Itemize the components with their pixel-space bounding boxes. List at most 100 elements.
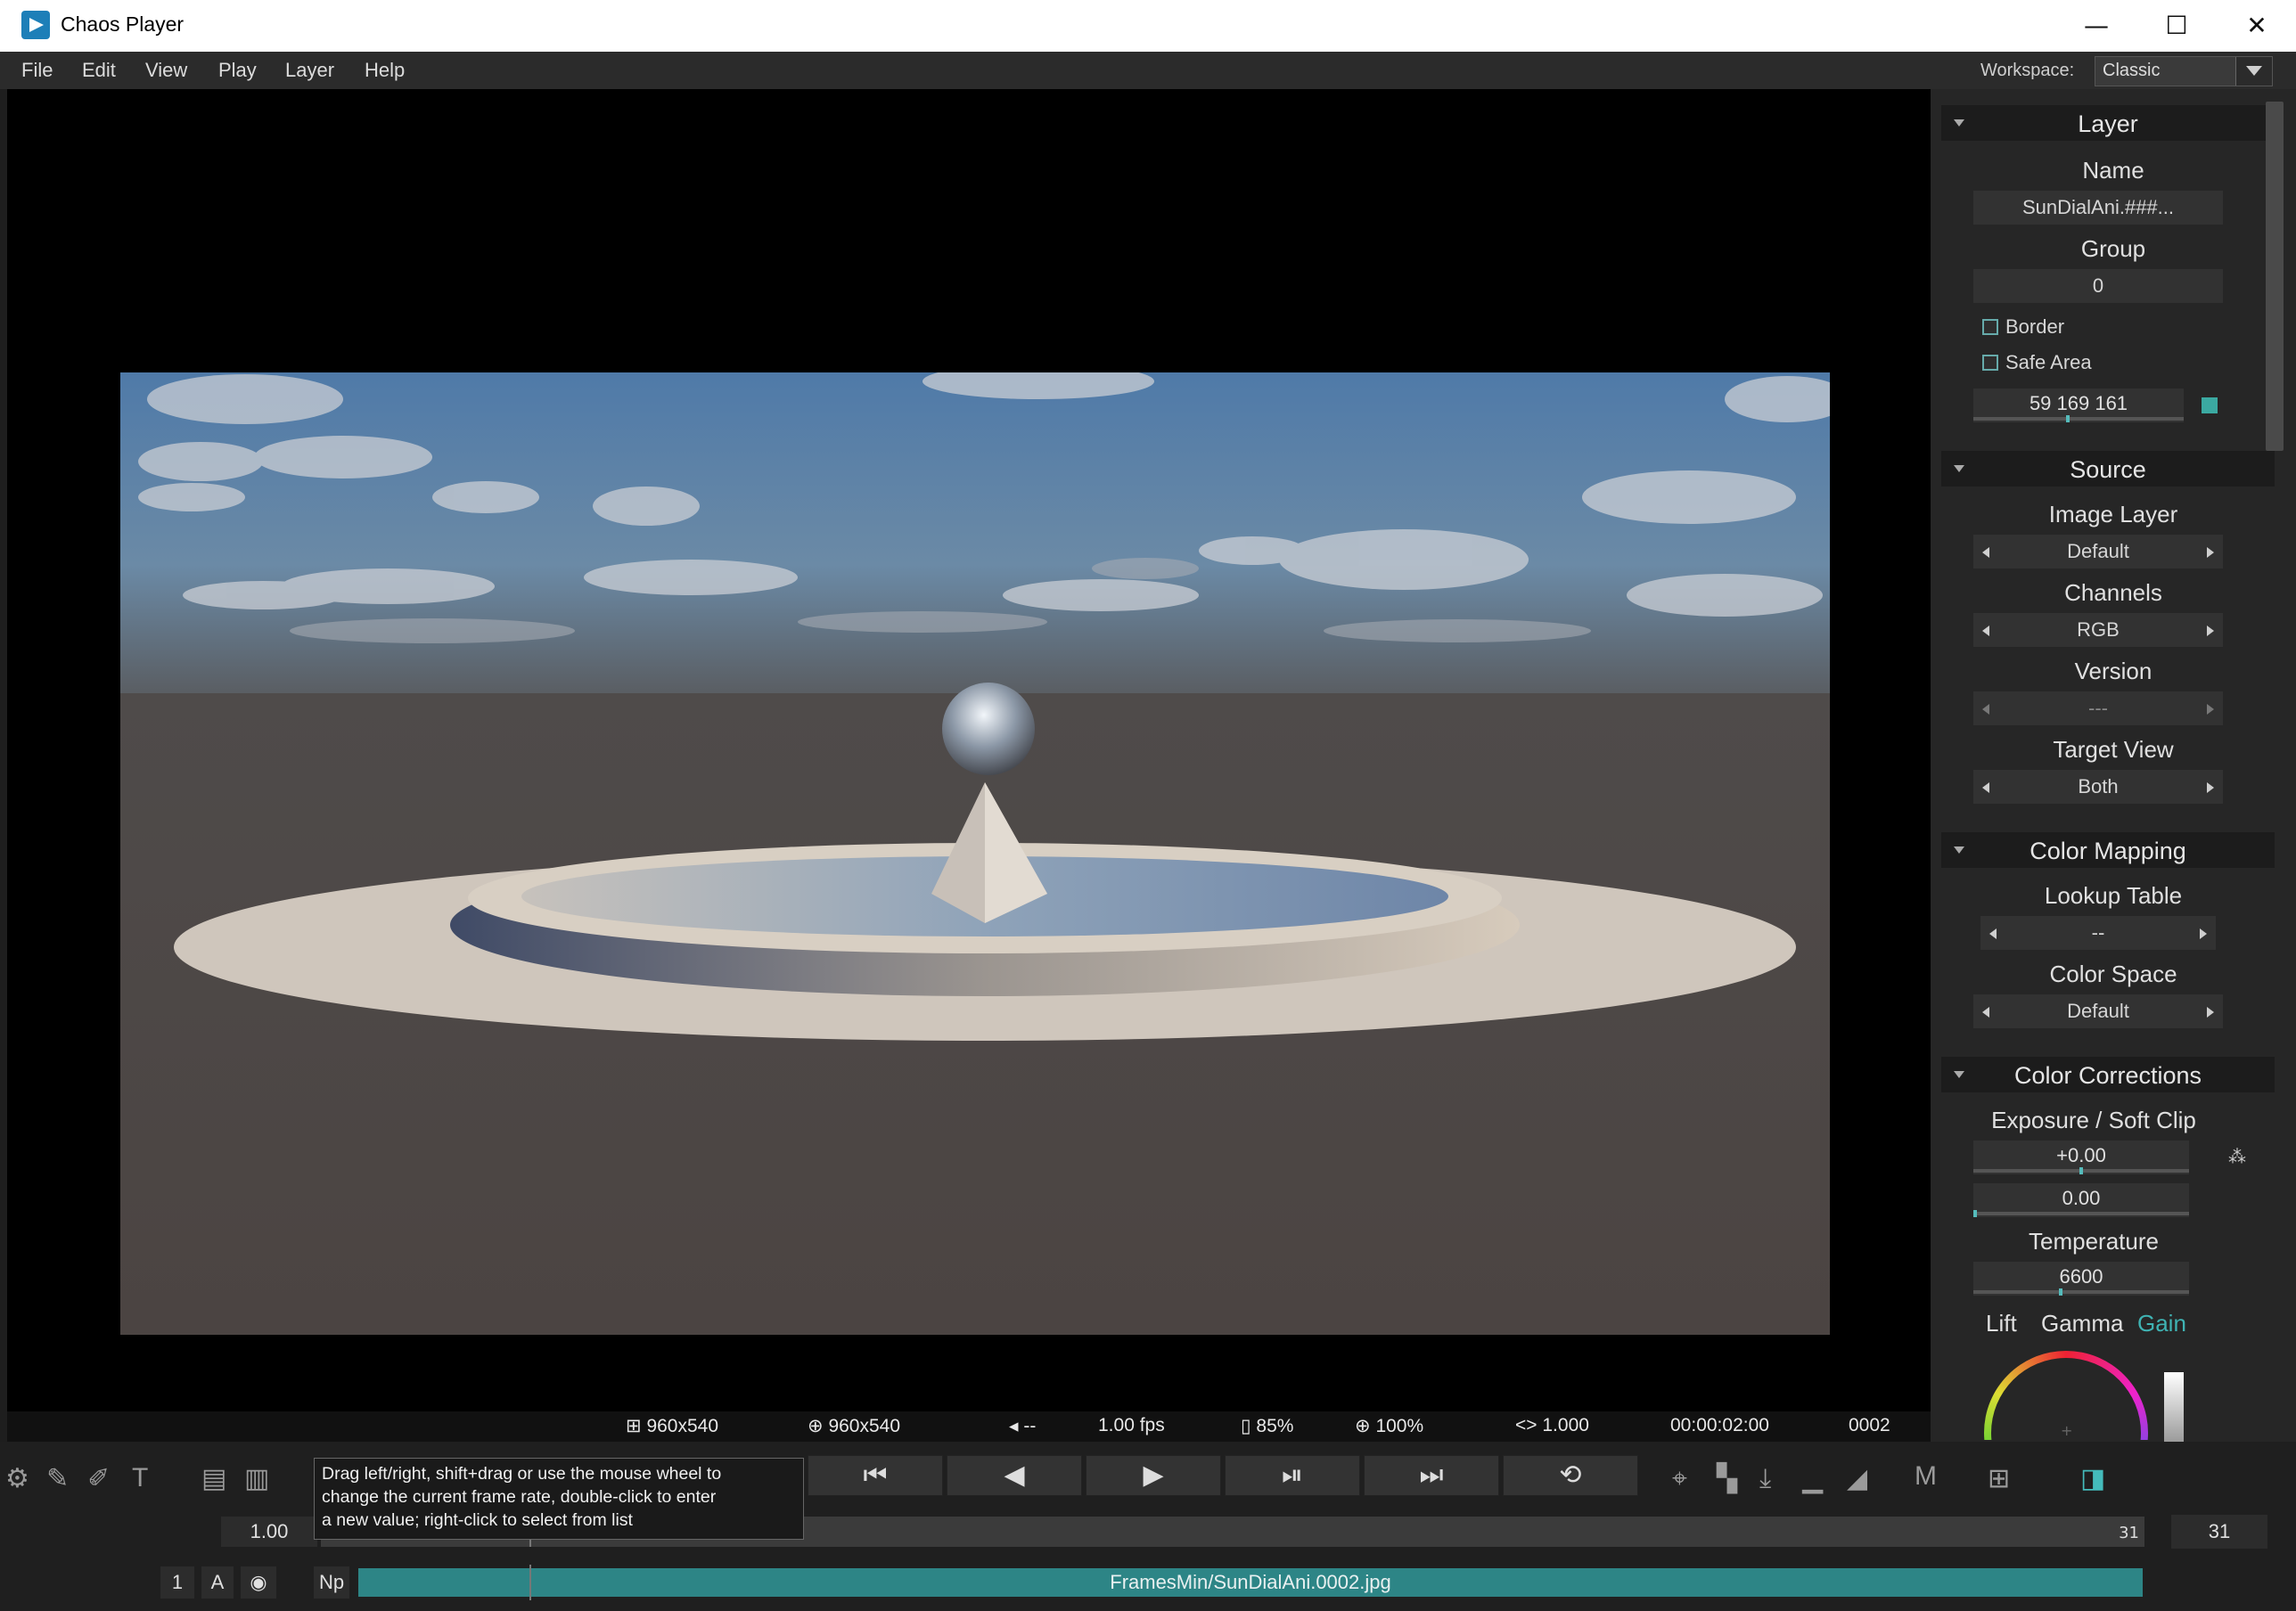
temperature-slider[interactable]: 6600 [1973,1262,2189,1296]
right-arrow-icon[interactable] [2207,704,2214,715]
image-viewer[interactable] [7,89,1931,1411]
right-arrow-icon[interactable] [2207,547,2214,558]
title-bar: Chaos Player — ☐ ✕ [0,0,2296,52]
m-icon[interactable]: M [1915,1461,1937,1492]
play-button[interactable]: ▶ [1086,1455,1221,1496]
section-color-corrections[interactable]: Color Corrections [1941,1057,2275,1092]
menu-play[interactable]: Play [218,59,257,82]
right-arrow-icon[interactable] [2207,782,2214,793]
exposure-slider[interactable]: +0.00 [1973,1141,2189,1174]
pencil-icon[interactable]: ✎ [46,1463,69,1494]
layer-a-toggle[interactable]: A [201,1566,234,1599]
left-arrow-icon[interactable] [1982,782,1989,793]
menu-help[interactable]: Help [365,59,405,82]
eraser-icon[interactable]: ✐ [87,1463,110,1494]
loop-icon: ⟲ [1559,1460,1582,1491]
fps-field[interactable]: 1.00 [221,1517,317,1547]
right-arrow-icon[interactable] [2200,928,2207,939]
crosshair-icon[interactable]: ⌖ [1672,1463,1687,1494]
layer-name-field[interactable]: SunDialAni.###... [1973,191,2223,225]
right-arrow-icon[interactable] [2207,1007,2214,1018]
import-icon[interactable]: ⤓ [1759,1463,1771,1494]
film-icon[interactable]: ▤ [201,1463,226,1494]
pixel-aspect[interactable]: <> 1.000 [1515,1415,1589,1436]
channels-value: RGB [2077,618,2120,641]
workspace-value: Classic [2103,61,2161,80]
chevron-down-icon[interactable] [2235,57,2272,86]
left-arrow-icon[interactable] [1982,1007,1989,1018]
compare-icon[interactable]: ▥ [244,1463,269,1494]
clip-playhead [529,1565,531,1600]
ramp-icon[interactable]: ◢ [1847,1463,1867,1494]
tab-gamma[interactable]: Gamma [2041,1310,2123,1337]
soft-clip-slider[interactable]: 0.00 [1973,1183,2189,1217]
step-back-button[interactable]: ◀ [947,1455,1082,1496]
prev-frame-icon: ⏮ [863,1460,888,1491]
end-frame-field[interactable]: 31 [2171,1515,2267,1549]
tab-lift[interactable]: Lift [1986,1310,2017,1337]
checker-icon[interactable]: ▚ [1717,1463,1737,1494]
exposure-value: +0.00 [2056,1144,2106,1166]
layer-clip[interactable]: FramesMin/SunDialAni.0002.jpg [358,1568,2143,1597]
target-view-value: Both [2078,775,2119,797]
gain-color-wheel[interactable]: + [1984,1351,2148,1440]
target-view-spinner[interactable]: Both [1973,770,2223,804]
border-checkbox[interactable] [1982,319,1998,335]
section-source[interactable]: Source [1941,451,2275,487]
lookup-table-label: Lookup Table [2044,882,2183,909]
channels-label: Channels [2064,579,2162,606]
close-button[interactable]: ✕ [2218,0,2296,52]
section-color-corrections-title: Color Corrections [2013,1062,2202,1089]
version-label: Version [2074,658,2152,684]
layout-icon[interactable]: ⊞ [1988,1463,2010,1494]
safe-area-checkbox[interactable] [1982,355,1998,371]
menu-file[interactable]: File [21,59,53,82]
frame-size-icon: ⊞ [626,1416,647,1436]
fps-display[interactable]: 1.00 fps [1098,1415,1165,1436]
section-color-mapping[interactable]: Color Mapping [1941,832,2275,868]
step-forward-icon: ⏯ [1282,1460,1303,1491]
lookup-table-spinner[interactable]: -- [1980,916,2216,950]
group-field[interactable]: 0 [1973,269,2223,303]
left-arrow-icon[interactable] [1982,547,1989,558]
side-panel-icon[interactable]: ◨ [2080,1463,2105,1494]
minimize-button[interactable]: — [2057,0,2136,52]
text-icon[interactable]: T [132,1463,148,1493]
layer-np-toggle[interactable]: Np [314,1566,349,1599]
maximize-button[interactable]: ☐ [2137,0,2216,52]
color-space-spinner[interactable]: Default [1973,994,2223,1028]
workspace-select[interactable]: Classic [2095,56,2273,86]
gain-luma-slider[interactable] [2164,1372,2184,1443]
audio-status[interactable]: ◂ -- [1009,1415,1036,1437]
panel-scrollbar[interactable] [2266,102,2284,451]
align-icon[interactable]: ▁ [1802,1463,1823,1494]
layer-color-value: 59 169 161 [2029,392,2128,414]
tab-gain[interactable]: Gain [2137,1310,2186,1337]
menu-layer[interactable]: Layer [285,59,334,82]
layer-color-field[interactable]: 59 169 161 [1973,388,2184,422]
left-arrow-icon[interactable] [1989,928,1997,939]
window-title: Chaos Player [61,12,184,36]
gain-dots-icon[interactable]: ⁂ [2228,1146,2246,1167]
tooltip-line-2: change the current frame rate, double-cl… [322,1487,717,1507]
right-arrow-icon[interactable] [2207,626,2214,636]
layer-color-swatch[interactable] [2202,397,2218,413]
left-arrow-icon[interactable] [1982,704,1989,715]
loop-button[interactable]: ⟲ [1503,1455,1638,1496]
image-layer-spinner[interactable]: Default [1973,535,2223,568]
left-arrow-icon[interactable] [1982,626,1989,636]
version-value: --- [2088,697,2108,719]
section-layer[interactable]: Layer [1941,105,2275,141]
menu-edit[interactable]: Edit [82,59,116,82]
palette-icon[interactable]: ⚙ [5,1463,29,1494]
image-layer-label: Image Layer [2048,501,2178,527]
zoom-level[interactable]: ⊕ 100% [1355,1415,1423,1437]
eye-icon[interactable]: ◉ [241,1566,276,1599]
version-spinner[interactable]: --- [1973,691,2223,725]
menu-view[interactable]: View [145,59,187,82]
last-frame-button[interactable]: ⏭ [1364,1455,1499,1496]
prev-frame-button[interactable]: ⏮ [808,1455,943,1496]
soft-clip-value: 0.00 [2062,1187,2101,1209]
step-forward-button[interactable]: ⏯ [1225,1455,1360,1496]
channels-spinner[interactable]: RGB [1973,613,2223,647]
